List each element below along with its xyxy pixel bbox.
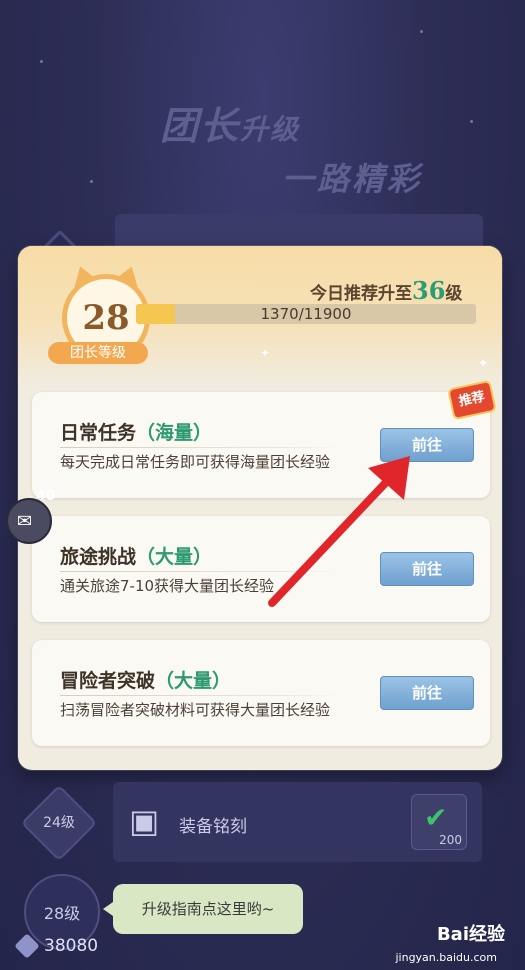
reward-row-engrave: ▣ 装备铭刻 ✔ 200 xyxy=(113,782,482,862)
header-subtitle: 一路精彩 xyxy=(282,160,423,198)
guide-bubble[interactable]: 升级指南点这里哟~ xyxy=(103,884,303,934)
check-icon: ✔ xyxy=(424,801,448,834)
level-number: 28 xyxy=(82,298,130,338)
exp-progress-text: 1370/11900 xyxy=(260,305,352,323)
recommend-badge: 推荐 xyxy=(449,382,495,418)
go-button-journey[interactable]: 前往 xyxy=(380,552,474,586)
card-description: 每天完成日常任务即可获得海量团长经验 xyxy=(60,453,331,471)
divider xyxy=(60,695,340,696)
header-title: 团长升级 xyxy=(160,104,301,148)
watermark-logo: Bai经验 xyxy=(436,924,505,945)
upgrade-guide-modal: 28 团长等级 今日推荐升至36级 1370/11900 ✦ ✦ 日常任务（海量… xyxy=(18,246,502,770)
chest-icon: ▣ xyxy=(129,802,160,840)
watermark-url: jingyan.baidu.com xyxy=(395,951,497,964)
task-card-daily: 日常任务（海量） 每天完成日常任务即可获得海量团长经验 前往 推荐 xyxy=(32,382,495,498)
reward-row-name: 装备铭刻 xyxy=(179,817,247,837)
sparkle-icon: ✦ xyxy=(478,356,489,370)
sparkle-icon: ✦ xyxy=(260,346,271,360)
divider xyxy=(60,571,340,572)
card-title: 冒险者突破（大量） xyxy=(60,670,232,692)
chat-count-badge: 40 xyxy=(36,488,56,504)
chat-button[interactable]: ✉ xyxy=(6,498,52,544)
reward-count: 200 xyxy=(439,833,462,847)
exp-progress-bar: 1370/11900 xyxy=(136,304,476,324)
divider xyxy=(60,447,340,448)
card-description: 通关旅途7-10获得大量团长经验 xyxy=(60,577,275,595)
go-button-breakthrough[interactable]: 前往 xyxy=(380,676,474,710)
go-button-daily[interactable]: 前往 xyxy=(380,428,474,462)
card-description: 扫荡冒险者突破材料可获得大量团长经验 xyxy=(60,701,331,719)
gem-count: 38080 xyxy=(44,936,99,956)
task-card-journey: 旅途挑战（大量） 通关旅途7-10获得大量团长经验 前往 xyxy=(32,516,490,622)
level-node-24-label: 24级 xyxy=(43,815,75,831)
card-title: 旅途挑战（大量） xyxy=(60,546,213,568)
recommend-text: 今日推荐升至36级 xyxy=(310,276,463,305)
level-label: 团长等级 xyxy=(48,342,148,364)
card-title: 日常任务（海量） xyxy=(60,422,213,444)
reward-item[interactable]: ✔ 200 xyxy=(411,794,467,850)
level-node-28-label: 28级 xyxy=(43,904,81,923)
task-card-breakthrough: 冒险者突破（大量） 扫荡冒险者突破材料可获得大量团长经验 前往 xyxy=(32,640,490,746)
chat-icon: ✉ xyxy=(17,511,33,532)
